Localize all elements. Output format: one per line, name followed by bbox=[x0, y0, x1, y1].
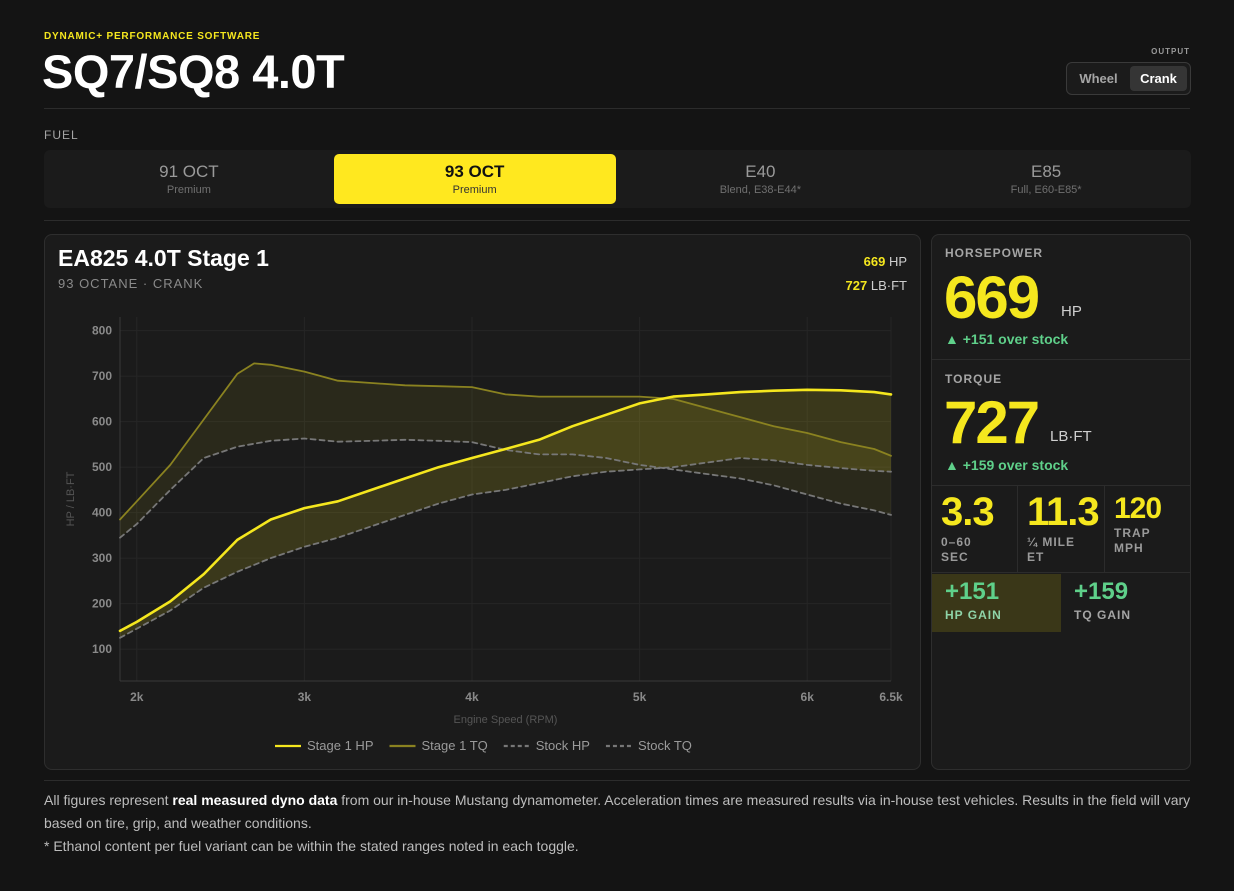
stats-card: HORSEPOWER 669 HP ▲ +151 over stock TORQ… bbox=[931, 234, 1191, 770]
y-tick-label: 400 bbox=[92, 506, 112, 520]
zero-sixty-label: 0–60 SEC bbox=[941, 535, 972, 564]
hp-gain-value: +151 bbox=[945, 578, 1000, 605]
fuel-option-name: E85 bbox=[1031, 162, 1062, 181]
tq-gain-value: +159 bbox=[1074, 578, 1129, 605]
legend-label: Stage 1 HP bbox=[307, 738, 374, 753]
fuel-option-e40[interactable]: E40 Blend, E38-E44* bbox=[620, 154, 902, 204]
legend-label: Stock TQ bbox=[638, 738, 692, 753]
disclaimer-emphasis: real measured dyno data bbox=[172, 792, 338, 808]
hp-gain-stat: +151 HP GAIN bbox=[932, 574, 1061, 632]
fuel-option-93-oct[interactable]: 93 OCT Premium bbox=[333, 154, 616, 204]
zero-sixty-stat: 3.3 0–60 SEC bbox=[932, 486, 1018, 573]
y-tick-label: 100 bbox=[92, 642, 112, 656]
torque-unit: LB·FT bbox=[1050, 428, 1092, 445]
output-label: OUTPUT bbox=[1151, 47, 1190, 56]
output-toggle: Wheel Crank bbox=[1066, 62, 1191, 95]
chart-subtitle: 93 OCTANE · CRANK bbox=[58, 276, 204, 291]
fuel-option-91-oct[interactable]: 91 OCT Premium bbox=[48, 154, 330, 204]
disclaimer-text: All figures represent real measured dyno… bbox=[44, 792, 1191, 831]
y-tick-label: 300 bbox=[92, 551, 112, 565]
brand-eyebrow: DYNAMIC+ PERFORMANCE SOFTWARE bbox=[44, 31, 261, 42]
horsepower-unit: HP bbox=[1061, 303, 1082, 320]
x-tick-label: 4k bbox=[465, 690, 479, 704]
dyno-chart: 100 200 300 400 500 600 700 800 2k 3k 4k 5k 6k 6.5k En… bbox=[65, 317, 903, 753]
x-tick-label: 6k bbox=[801, 690, 815, 704]
readout-tq-value: 727 bbox=[845, 278, 868, 293]
y-axis-label: HP / LB·FT bbox=[65, 471, 77, 526]
hp-gain-label: HP GAIN bbox=[945, 608, 1002, 622]
fuel-option-name: 93 OCT bbox=[444, 162, 505, 181]
chart-readout: 669 HP 727 LB·FT bbox=[846, 250, 907, 298]
x-axis-label: Engine Speed (RPM) bbox=[454, 714, 558, 726]
y-tick-label: 800 bbox=[92, 324, 112, 338]
fuel-option-sub: Full, E60-E85* bbox=[1010, 184, 1082, 196]
quarter-mile-label: ¼ MILE ET bbox=[1027, 535, 1076, 564]
x-tick-label: 5k bbox=[633, 690, 647, 704]
x-tick-label: 3k bbox=[298, 690, 312, 704]
header-divider bbox=[44, 108, 1190, 109]
trap-speed-value: 120 bbox=[1114, 492, 1162, 525]
legend-label: Stage 1 TQ bbox=[422, 738, 488, 753]
horsepower-value: 669 bbox=[944, 264, 1040, 331]
fuel-divider bbox=[44, 220, 1190, 221]
torque-block: TORQUE 727 LB·FT ▲ +159 over stock bbox=[932, 360, 1190, 486]
fuel-option-name: E40 bbox=[745, 162, 776, 181]
readout-tq: 727 LB·FT bbox=[846, 274, 907, 298]
horsepower-delta: ▲ +151 over stock bbox=[945, 331, 1069, 347]
fuel-option-sub: Premium bbox=[166, 184, 211, 196]
tq-gain-label: TQ GAIN bbox=[1074, 608, 1131, 622]
y-tick-label: 700 bbox=[92, 369, 112, 383]
y-tick-label: 200 bbox=[92, 597, 112, 611]
quarter-mile-stat: 11.3 ¼ MILE ET bbox=[1018, 486, 1105, 573]
fuel-label: FUEL bbox=[44, 128, 79, 142]
output-wheel-button[interactable]: Wheel bbox=[1070, 66, 1127, 91]
zero-sixty-value: 3.3 bbox=[941, 490, 995, 534]
readout-hp-value: 669 bbox=[863, 254, 886, 269]
x-tick-label: 6.5k bbox=[879, 690, 903, 704]
y-tick-label: 500 bbox=[92, 460, 112, 474]
x-tick-label: 2k bbox=[130, 690, 144, 704]
horsepower-block: HORSEPOWER 669 HP ▲ +151 over stock bbox=[932, 235, 1190, 360]
y-tick-label: 600 bbox=[92, 415, 112, 429]
trap-speed-stat: 120 TRAP MPH bbox=[1105, 486, 1190, 573]
output-crank-button[interactable]: Crank bbox=[1130, 66, 1187, 91]
fuel-option-sub: Premium bbox=[452, 184, 497, 196]
quarter-mile-value: 11.3 bbox=[1027, 490, 1100, 534]
footer-divider bbox=[44, 780, 1190, 781]
torque-label: TORQUE bbox=[945, 372, 1003, 386]
chart-title: EA825 4.0T Stage 1 bbox=[58, 245, 269, 271]
legend-label: Stock HP bbox=[536, 738, 590, 753]
disclaimer: All figures represent real measured dyno… bbox=[44, 789, 1194, 858]
ethanol-note: * Ethanol content per fuel variant can b… bbox=[44, 838, 579, 854]
torque-value: 727 bbox=[944, 389, 1040, 456]
fuel-option-name: 91 OCT bbox=[159, 162, 219, 181]
readout-hp: 669 HP bbox=[846, 250, 907, 274]
dyno-chart-card: 100 200 300 400 500 600 700 800 2k 3k 4k 5k 6k 6.5k En… bbox=[44, 234, 921, 770]
fuel-selector: 91 OCT Premium 93 OCT Premium E40 Blend,… bbox=[44, 150, 1191, 208]
fuel-option-sub: Blend, E38-E44* bbox=[719, 184, 802, 196]
fuel-option-e85[interactable]: E85 Full, E60-E85* bbox=[905, 154, 1187, 204]
tq-gain-stat: +159 TQ GAIN bbox=[1061, 574, 1190, 632]
horsepower-label: HORSEPOWER bbox=[945, 246, 1044, 260]
readout-tq-unit: LB·FT bbox=[870, 278, 907, 293]
page-title: SQ7/SQ8 4.0T bbox=[42, 45, 345, 98]
torque-delta: ▲ +159 over stock bbox=[945, 457, 1069, 473]
readout-hp-unit: HP bbox=[888, 254, 907, 269]
trap-speed-label: TRAP MPH bbox=[1114, 526, 1151, 555]
